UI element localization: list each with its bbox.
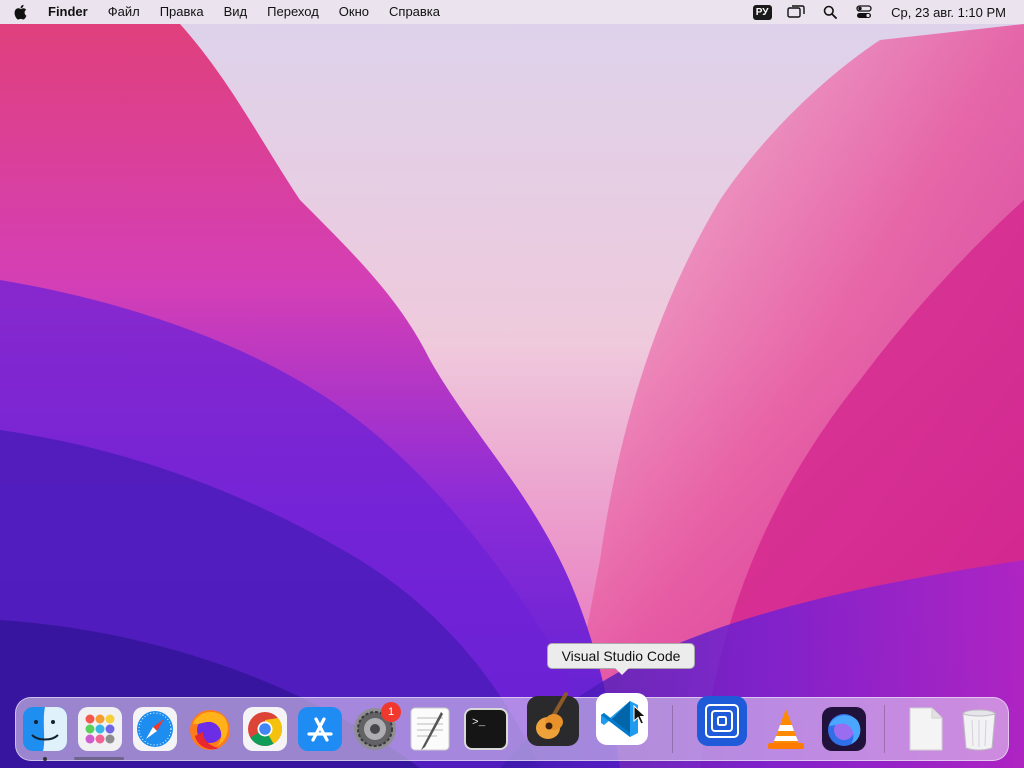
menu-bar: Finder Файл Правка Вид Переход Окно Спра… [0,0,1024,24]
menu-file[interactable]: Файл [98,0,150,24]
document-icon [909,707,943,751]
dock-item-chrome[interactable] [242,706,288,752]
proxy-app-icon [697,696,747,746]
dock-item-launchpad[interactable] [77,706,123,752]
firefox-nightly-icon [822,707,866,751]
dock-item-firefox[interactable] [187,706,233,752]
dock-item-trash[interactable] [956,706,1002,752]
control-center-icon[interactable] [847,0,881,24]
input-language-label: РУ [752,4,772,20]
dock-item-garageband[interactable] [526,692,580,746]
dock-tooltip-arrow [615,668,629,675]
dock-tooltip: Visual Studio Code [547,643,695,669]
firefox-icon [190,710,230,750]
launchpad-progress-bar [74,757,124,760]
dock-separator-2 [884,705,885,753]
svg-text:>_: >_ [472,717,486,729]
spotlight-search-icon[interactable] [813,0,847,24]
menu-window[interactable]: Окно [329,0,379,24]
desktop-wallpaper [0,0,1024,768]
dock-item-app-store[interactable] [297,706,343,752]
menu-go[interactable]: Переход [257,0,329,24]
finder-running-indicator [43,757,47,761]
app-store-icon [298,707,342,751]
system-settings-badge: 1 [381,702,401,722]
vlc-icon [768,709,804,749]
dock-item-terminal[interactable]: >_ [463,706,509,752]
menu-help[interactable]: Справка [379,0,450,24]
garageband-icon [527,692,579,746]
menu-view[interactable]: Вид [214,0,258,24]
mouse-pointer-icon [633,705,647,725]
screen-mirroring-icon[interactable] [779,0,813,24]
apple-menu-icon[interactable] [0,0,40,24]
textedit-icon [410,707,450,751]
input-source-menu[interactable]: РУ [745,0,779,24]
dock-item-finder[interactable] [22,706,68,752]
dock-item-firefox-nightly[interactable] [821,706,867,752]
launchpad-icon [78,707,122,751]
dock-item-textedit[interactable] [407,706,453,752]
menu-edit[interactable]: Правка [150,0,214,24]
dock-item-document[interactable] [902,706,948,752]
menu-app-finder[interactable]: Finder [40,0,98,24]
dock-item-safari[interactable] [132,706,178,752]
dock-item-proxy-app[interactable] [696,695,748,747]
menu-clock[interactable]: Ср, 23 авг. 1:10 PM [881,5,1014,20]
dock-separator [672,705,673,753]
finder-icon [23,707,67,751]
safari-icon [133,707,177,751]
dock-item-vlc[interactable] [763,706,809,752]
chrome-icon [243,707,287,751]
terminal-icon: >_ [464,708,508,750]
trash-icon [962,709,996,751]
